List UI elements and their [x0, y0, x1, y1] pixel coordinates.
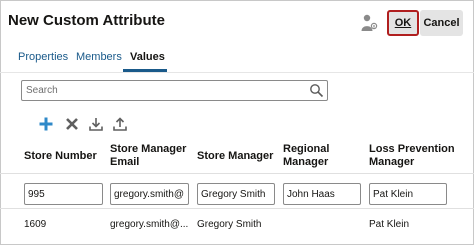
store-manager-email-cell: gregory.smith@...	[110, 219, 189, 230]
tab-members[interactable]: Members	[76, 51, 122, 71]
dialog-title: New Custom Attribute	[8, 12, 165, 29]
tab-properties[interactable]: Properties	[18, 51, 68, 71]
store-number-cell: 1609	[24, 219, 47, 230]
store-number-input[interactable]: 995	[24, 183, 103, 205]
column-header-store-manager-email[interactable]: Store Manager Email	[110, 143, 196, 169]
column-header-store-number[interactable]: Store Number	[24, 150, 108, 163]
store-manager-input[interactable]: Gregory Smith	[197, 183, 275, 205]
ok-button[interactable]: OK	[387, 10, 419, 36]
tab-values[interactable]: Values	[130, 51, 165, 71]
column-header-loss-prevention-manager[interactable]: Loss Prevention Manager	[369, 143, 469, 169]
cancel-button[interactable]: Cancel	[420, 10, 463, 36]
search-input[interactable]: Search	[21, 80, 328, 101]
upload-icon[interactable]	[112, 116, 128, 132]
column-header-store-manager[interactable]: Store Manager	[197, 150, 283, 163]
store-manager-cell: Gregory Smith	[197, 219, 262, 230]
tab-divider	[0, 72, 474, 73]
loss-prevention-manager-input[interactable]: Pat Klein	[369, 183, 447, 205]
row-divider	[0, 208, 474, 209]
header-divider	[0, 173, 474, 174]
store-manager-email-input[interactable]: gregory.smith@	[110, 183, 189, 205]
loss-prevention-manager-cell: Pat Klein	[369, 219, 410, 230]
add-icon[interactable]	[38, 116, 54, 132]
user-info-icon[interactable]	[359, 12, 379, 34]
column-header-regional-manager[interactable]: Regional Manager	[283, 143, 353, 169]
search-placeholder: Search	[26, 85, 58, 96]
download-icon[interactable]	[88, 116, 104, 132]
search-icon[interactable]	[309, 83, 324, 98]
delete-icon[interactable]	[64, 116, 80, 132]
regional-manager-input[interactable]: John Haas	[283, 183, 361, 205]
